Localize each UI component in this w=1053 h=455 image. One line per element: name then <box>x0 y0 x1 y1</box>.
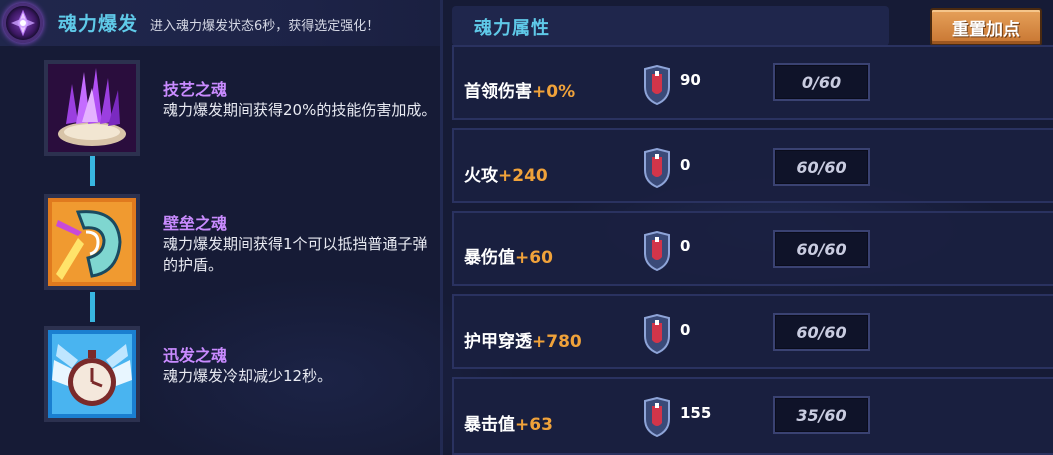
soul-card-bulwark[interactable]: 壁垒之魂 魂力爆发期间获得1个可以抵挡普通子弹的护盾。 <box>44 194 444 304</box>
attribute-row-crit-damage[interactable]: 暴伤值+60 0 60/60 <box>452 211 1053 286</box>
soul-shield-icon <box>644 231 670 271</box>
attribute-bonus: +60 <box>515 248 553 268</box>
soul-shield-icon <box>644 148 670 188</box>
attribute-label: 首领伤害+0% <box>464 77 575 102</box>
attribute-name: 暴伤值 <box>464 248 515 268</box>
attribute-cost: 0 <box>680 237 691 255</box>
soul-shield-icon <box>644 314 670 354</box>
burst-header: 魂力爆发 进入魂力爆发状态6秒，获得选定强化！ <box>0 0 440 46</box>
attribute-bonus: +240 <box>498 166 548 186</box>
soul-shield-icon <box>644 65 670 105</box>
soul-description: 魂力爆发期间获得1个可以抵挡普通子弹的护盾。 <box>163 235 428 274</box>
attribute-progress[interactable]: 35/60 <box>773 396 870 434</box>
soul-card-skill[interactable]: 技艺之魂 魂力爆发期间获得20%的技能伤害加成。 <box>44 60 444 170</box>
attribute-cost: 0 <box>680 156 691 174</box>
attribute-name: 护甲穿透 <box>464 332 532 352</box>
attribute-bonus: +63 <box>515 415 553 435</box>
attribute-cost: 0 <box>680 321 691 339</box>
attribute-row-fire-attack[interactable]: 火攻+240 0 60/60 <box>452 128 1053 203</box>
soul-name: 技艺之魂 <box>163 80 228 99</box>
soul-description: 魂力爆发期间获得20%的技能伤害加成。 <box>163 101 437 119</box>
attribute-label: 暴击值+63 <box>464 410 553 435</box>
stopwatch-wings-icon <box>44 326 140 422</box>
soul-description: 魂力爆发冷却减少12秒。 <box>163 367 333 385</box>
attribute-label: 火攻+240 <box>464 161 548 186</box>
attribute-bonus: +0% <box>532 82 576 102</box>
purple-flame-icon <box>44 60 140 156</box>
burst-title: 魂力爆发 <box>58 13 139 35</box>
attribute-name: 火攻 <box>464 166 498 186</box>
attribute-cost: 155 <box>680 404 712 422</box>
reset-points-button[interactable]: 重置加点 <box>930 8 1042 46</box>
attribute-label: 暴伤值+60 <box>464 243 553 268</box>
burst-description: 进入魂力爆发状态6秒，获得选定强化！ <box>150 19 380 34</box>
attribute-name: 首领伤害 <box>464 82 532 102</box>
attribute-progress[interactable]: 0/60 <box>773 63 870 101</box>
attribute-progress[interactable]: 60/60 <box>773 230 870 268</box>
attribute-row-armor-pierce[interactable]: 护甲穿透+780 0 60/60 <box>452 294 1053 369</box>
panel-divider <box>440 0 443 455</box>
shield-fire-icon <box>44 194 140 290</box>
attribute-progress[interactable]: 60/60 <box>773 313 870 351</box>
soul-name: 迅发之魂 <box>163 346 228 365</box>
attribute-bonus: +780 <box>532 332 582 352</box>
soul-card-swift[interactable]: 迅发之魂 魂力爆发冷却减少12秒。 <box>44 326 444 436</box>
soul-name: 壁垒之魂 <box>163 214 228 233</box>
soul-shield-icon <box>644 397 670 437</box>
attributes-title: 魂力属性 <box>474 18 550 39</box>
attribute-label: 护甲穿透+780 <box>464 327 582 352</box>
crystal-burst-icon <box>0 0 46 46</box>
attribute-progress[interactable]: 60/60 <box>773 148 870 186</box>
attribute-cost: 90 <box>680 71 701 89</box>
attribute-row-boss-damage[interactable]: 首领伤害+0% 90 0/60 <box>452 45 1053 120</box>
attribute-row-crit-rate[interactable]: 暴击值+63 155 35/60 <box>452 377 1053 455</box>
attributes-header: 魂力属性 <box>452 6 889 46</box>
attribute-name: 暴击值 <box>464 415 515 435</box>
